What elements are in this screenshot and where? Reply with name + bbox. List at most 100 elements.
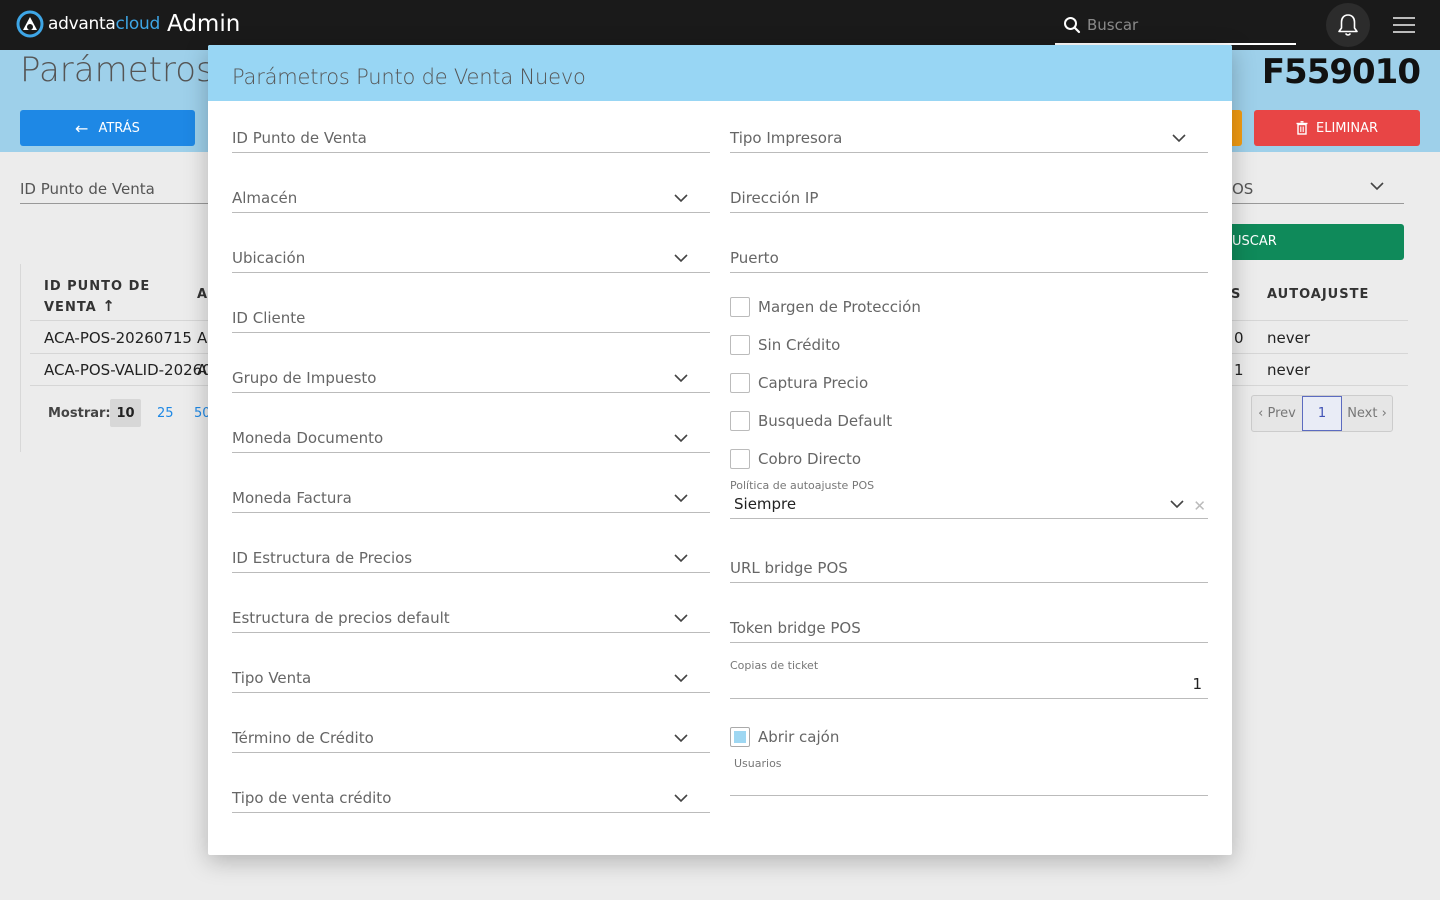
prev-page-button[interactable]: ‹ Prev — [1252, 396, 1302, 431]
chevron-down-icon — [674, 554, 688, 563]
checkbox-label: Busqueda Default — [758, 412, 893, 430]
table-cell-id[interactable]: ACA-POS-VALID-202607 — [44, 361, 221, 379]
autoadjust-policy-select[interactable]: Siempre ✕ — [730, 495, 1208, 519]
checkbox-box[interactable] — [730, 297, 750, 317]
chevron-down-icon — [674, 794, 688, 803]
users-label: Usuarios — [734, 757, 782, 770]
pagination: ‹ Prev 1 Next › — [1251, 395, 1393, 432]
bridge-url-field[interactable]: URL bridge POS — [730, 559, 1208, 583]
ip-address-label: Dirección IP — [730, 189, 819, 207]
sale-type-select[interactable]: Tipo Venta — [232, 669, 710, 693]
dialog-title: Parámetros Punto de Venta Nuevo — [208, 45, 1232, 101]
hamburger-menu-icon[interactable] — [1393, 17, 1415, 35]
pos-id-field[interactable]: ID Punto de Venta — [232, 129, 710, 153]
default-search-checkbox[interactable]: Busqueda Default — [730, 411, 892, 431]
new-pos-parameters-dialog: Parámetros Punto de Venta Nuevo ID Punto… — [208, 45, 1232, 855]
port-field[interactable]: Puerto — [730, 249, 1208, 273]
ticket-copies-field[interactable]: 1 — [730, 675, 1208, 699]
chevron-down-icon — [1172, 134, 1186, 143]
logo-icon — [16, 10, 44, 38]
pos-id-label: ID Punto de Venta — [232, 129, 367, 147]
chevron-down-icon — [674, 374, 688, 383]
filter-dropdown-label: OS — [1232, 180, 1254, 198]
price-structure-id-select[interactable]: ID Estructura de Precios — [232, 549, 710, 573]
chevron-down-icon — [674, 734, 688, 743]
invoice-currency-label: Moneda Factura — [232, 489, 352, 507]
direct-charge-checkbox[interactable]: Cobro Directo — [730, 449, 861, 469]
table-cell-num: 1 — [1234, 361, 1244, 379]
chevron-down-icon — [674, 254, 688, 263]
chevron-down-icon — [1370, 182, 1384, 191]
credit-sale-type-select[interactable]: Tipo de venta crédito — [232, 789, 710, 813]
global-search — [1055, 8, 1296, 45]
search-input[interactable] — [1087, 14, 1287, 36]
checkbox-label: Margen de Protección — [758, 298, 921, 316]
credit-term-select[interactable]: Término de Crédito — [232, 729, 710, 753]
no-credit-checkbox[interactable]: Sin Crédito — [730, 335, 840, 355]
column-header-partial[interactable]: S — [1231, 287, 1241, 302]
location-select[interactable]: Ubicación — [232, 249, 710, 273]
table-cell-id[interactable]: ACA-POS-20260715 — [44, 329, 192, 347]
back-button[interactable]: ← ATRÁS — [20, 110, 195, 146]
checkbox-box[interactable] — [730, 335, 750, 355]
sale-type-label: Tipo Venta — [232, 669, 312, 687]
checkbox-label: Cobro Directo — [758, 450, 862, 468]
bridge-token-label: Token bridge POS — [730, 619, 861, 637]
clear-icon[interactable]: ✕ — [1193, 497, 1206, 515]
checkbox-label: Sin Crédito — [758, 336, 841, 354]
table-cell-second: A — [197, 361, 208, 379]
checkbox-box[interactable] — [730, 727, 750, 747]
table-cell-autoajuste: never — [1267, 329, 1311, 347]
app-title: Admin — [167, 11, 241, 37]
page-size-10[interactable]: 10 — [110, 399, 141, 427]
printer-type-select[interactable]: Tipo Impresora — [730, 129, 1208, 153]
delete-button-label: ELIMINAR — [1316, 120, 1378, 136]
page-size-25[interactable]: 25 — [157, 399, 174, 427]
warehouse-select[interactable]: Almacén — [232, 189, 710, 213]
chevron-down-icon — [674, 614, 688, 623]
chevron-down-icon — [674, 494, 688, 503]
trash-icon — [1296, 121, 1308, 135]
filter-pos-id[interactable]: ID Punto de Venta — [20, 180, 210, 204]
bridge-url-label: URL bridge POS — [730, 559, 848, 577]
checkbox-box[interactable] — [730, 449, 750, 469]
page-size-label: Mostrar: — [48, 406, 111, 421]
arrow-left-icon: ← — [75, 118, 89, 138]
chevron-down-icon — [1170, 500, 1184, 509]
document-currency-select[interactable]: Moneda Documento — [232, 429, 710, 453]
invoice-currency-select[interactable]: Moneda Factura — [232, 489, 710, 513]
sort-arrow-up-icon: ↑ — [102, 297, 116, 315]
chevron-down-icon — [674, 674, 688, 683]
search-icon — [1064, 17, 1081, 34]
back-button-label: ATRÁS — [98, 120, 140, 136]
delete-button[interactable]: ELIMINAR — [1254, 110, 1420, 146]
tax-group-select[interactable]: Grupo de Impuesto — [232, 369, 710, 393]
checkbox-label: Abrir cajón — [758, 728, 840, 746]
search-button[interactable]: USCAR — [1232, 224, 1404, 260]
page-1-button[interactable]: 1 — [1302, 396, 1342, 431]
default-price-structure-select[interactable]: Estructura de precios default — [232, 609, 710, 633]
filter-dropdown[interactable]: OS — [1232, 180, 1404, 204]
bell-icon — [1338, 14, 1358, 36]
ip-address-field[interactable]: Dirección IP — [730, 189, 1208, 213]
table-cell-num: 0 — [1234, 329, 1244, 347]
bridge-token-field[interactable]: Token bridge POS — [730, 619, 1208, 643]
price-structure-id-label: ID Estructura de Precios — [232, 549, 413, 567]
checkbox-box[interactable] — [730, 411, 750, 431]
customer-id-field[interactable]: ID Cliente — [232, 309, 710, 333]
column-header-autoajuste[interactable]: AUTOAJUSTE — [1267, 287, 1369, 302]
advantacloud-logo[interactable]: advantacloud — [16, 10, 160, 38]
next-page-button[interactable]: Next › — [1342, 396, 1392, 431]
open-drawer-checkbox[interactable]: Abrir cajón — [730, 727, 839, 747]
notifications-button[interactable] — [1326, 3, 1370, 47]
credit-term-label: Término de Crédito — [232, 729, 374, 747]
chevron-down-icon — [674, 434, 688, 443]
customer-id-label: ID Cliente — [232, 309, 306, 327]
checkbox-box[interactable] — [730, 373, 750, 393]
margin-protection-checkbox[interactable]: Margen de Protección — [730, 297, 921, 317]
port-label: Puerto — [730, 249, 779, 267]
column-header-pos-id[interactable]: ID PUNTO DE VENTA ↑ — [44, 279, 150, 315]
users-field[interactable] — [730, 772, 1208, 796]
price-capture-checkbox[interactable]: Captura Precio — [730, 373, 868, 393]
location-label: Ubicación — [232, 249, 306, 267]
